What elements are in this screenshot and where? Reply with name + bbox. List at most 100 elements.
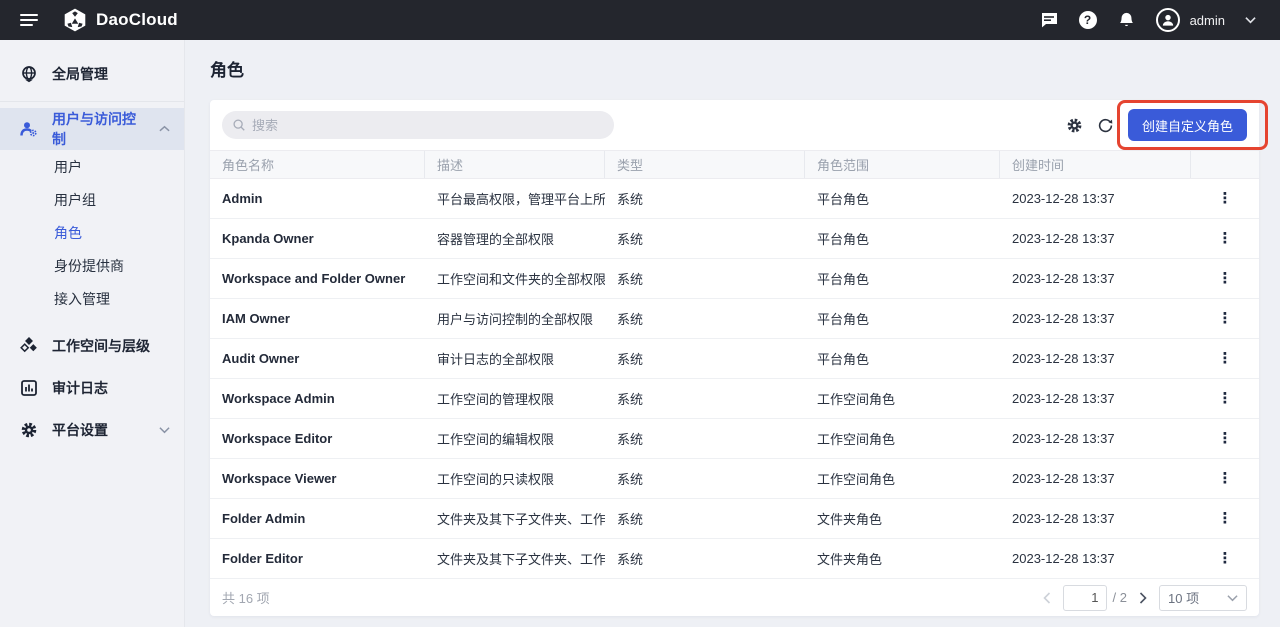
role-scope: 平台角色 [805, 269, 1000, 288]
brand: DaoCloud [62, 7, 178, 33]
table-row[interactable]: Audit Owner 审计日志的全部权限 系统 平台角色 2023-12-28… [210, 339, 1259, 379]
roles-card: 创建自定义角色 角色名称 描述 类型 角色范围 创建时间 Admin 平台最高权… [210, 100, 1259, 616]
main-content: 角色 创建自定义角色 角色名称 [185, 40, 1280, 627]
search-box [222, 111, 614, 139]
table-row[interactable]: Folder Admin 文件夹及其下子文件夹、工作空… 系统 文件夹角色 20… [210, 499, 1259, 539]
role-created: 2023-12-28 13:37 [1000, 431, 1191, 446]
column-header-actions [1191, 151, 1259, 178]
role-scope: 文件夹角色 [805, 549, 1000, 568]
chat-icon[interactable] [1039, 10, 1059, 30]
role-desc: 文件夹及其下子文件夹、工作空… [425, 549, 605, 568]
role-desc: 工作空间的管理权限 [425, 389, 605, 408]
role-desc: 平台最高权限，管理平台上所有… [425, 189, 605, 208]
search-input[interactable] [252, 118, 604, 133]
role-name: Admin [210, 191, 425, 206]
more-dots-icon[interactable]: ⋮ [1212, 309, 1239, 328]
sidebar-item-user-groups[interactable]: 用户组 [0, 183, 184, 216]
role-type: 系统 [605, 349, 805, 368]
more-dots-icon[interactable]: ⋮ [1212, 349, 1239, 368]
sidebar-item-identity-providers[interactable]: 身份提供商 [0, 249, 184, 282]
bell-icon[interactable] [1117, 11, 1136, 30]
page-size-select[interactable]: 10 项 [1159, 585, 1247, 611]
role-scope: 平台角色 [805, 309, 1000, 328]
sidebar-item-label: 全局管理 [52, 64, 108, 84]
refresh-icon[interactable] [1097, 117, 1114, 134]
sidebar-item-workspace-hierarchy[interactable]: 工作空间与层级 [0, 325, 184, 367]
role-desc: 工作空间的只读权限 [425, 469, 605, 488]
role-name: Kpanda Owner [210, 231, 425, 246]
role-name: Folder Admin [210, 511, 425, 526]
sidebar-item-audit-logs[interactable]: 审计日志 [0, 367, 184, 409]
brand-name: DaoCloud [96, 10, 178, 30]
avatar-icon[interactable] [1156, 8, 1180, 32]
more-dots-icon[interactable]: ⋮ [1212, 549, 1239, 568]
role-name: IAM Owner [210, 311, 425, 326]
role-created: 2023-12-28 13:37 [1000, 191, 1191, 206]
role-desc: 文件夹及其下子文件夹、工作空… [425, 509, 605, 528]
role-desc: 容器管理的全部权限 [425, 229, 605, 248]
prev-page-icon[interactable] [1043, 592, 1051, 604]
more-dots-icon[interactable]: ⋮ [1212, 469, 1239, 488]
sidebar-item-users[interactable]: 用户 [0, 150, 184, 183]
role-type: 系统 [605, 509, 805, 528]
role-name: Workspace Viewer [210, 471, 425, 486]
more-dots-icon[interactable]: ⋮ [1212, 229, 1239, 248]
role-type: 系统 [605, 269, 805, 288]
sidebar-item-access-management[interactable]: 接入管理 [0, 282, 184, 315]
chevron-down-icon[interactable] [1245, 16, 1256, 24]
more-dots-icon[interactable]: ⋮ [1212, 269, 1239, 288]
column-header-created: 创建时间 [1000, 151, 1191, 178]
role-name: Folder Editor [210, 551, 425, 566]
help-icon[interactable]: ? [1079, 11, 1097, 29]
next-page-icon[interactable] [1139, 592, 1147, 604]
role-created: 2023-12-28 13:37 [1000, 271, 1191, 286]
table-row[interactable]: IAM Owner 用户与访问控制的全部权限 系统 平台角色 2023-12-2… [210, 299, 1259, 339]
role-type: 系统 [605, 469, 805, 488]
role-type: 系统 [605, 229, 805, 248]
column-header-type: 类型 [605, 151, 805, 178]
user-menu-label[interactable]: admin [1190, 13, 1225, 28]
more-dots-icon[interactable]: ⋮ [1212, 509, 1239, 528]
create-custom-role-button[interactable]: 创建自定义角色 [1128, 109, 1247, 141]
table-row[interactable]: Workspace and Folder Owner 工作空间和文件夹的全部权限… [210, 259, 1259, 299]
table-row[interactable]: Workspace Editor 工作空间的编辑权限 系统 工作空间角色 202… [210, 419, 1259, 459]
column-header-description: 描述 [425, 151, 605, 178]
role-desc: 工作空间的编辑权限 [425, 429, 605, 448]
sidebar-item-roles[interactable]: 角色 [0, 216, 184, 249]
sidebar-divider [0, 101, 184, 102]
menu-icon[interactable] [20, 11, 38, 29]
sidebar-item-iam[interactable]: 用户与访问控制 [0, 108, 184, 150]
role-scope: 平台角色 [805, 229, 1000, 248]
table-row[interactable]: Kpanda Owner 容器管理的全部权限 系统 平台角色 2023-12-2… [210, 219, 1259, 259]
chevron-down-icon [159, 426, 170, 434]
role-scope: 工作空间角色 [805, 469, 1000, 488]
search-icon [232, 118, 246, 132]
sidebar-item-global-management[interactable]: 全局管理 [0, 53, 184, 95]
page-size-value: 10 项 [1168, 588, 1199, 607]
table-row[interactable]: Workspace Viewer 工作空间的只读权限 系统 工作空间角色 202… [210, 459, 1259, 499]
app-window: DaoCloud ? admin 全局管理 [0, 0, 1280, 627]
more-dots-icon[interactable]: ⋮ [1212, 189, 1239, 208]
user-gear-icon [20, 120, 38, 138]
sidebar-item-platform-settings[interactable]: 平台设置 [0, 409, 184, 451]
role-desc: 审计日志的全部权限 [425, 349, 605, 368]
table-footer: 共 16 项 / 2 10 项 [210, 579, 1259, 616]
page-number-input[interactable] [1063, 585, 1107, 611]
sidebar-item-label: 审计日志 [52, 378, 108, 398]
daocloud-logo [62, 7, 88, 33]
role-scope: 工作空间角色 [805, 389, 1000, 408]
column-header-scope: 角色范围 [805, 151, 1000, 178]
settings-gear-icon[interactable] [1066, 117, 1083, 134]
role-created: 2023-12-28 13:37 [1000, 391, 1191, 406]
role-type: 系统 [605, 429, 805, 448]
role-created: 2023-12-28 13:37 [1000, 511, 1191, 526]
help-glyph: ? [1084, 13, 1091, 27]
more-dots-icon[interactable]: ⋮ [1212, 429, 1239, 448]
more-dots-icon[interactable]: ⋮ [1212, 389, 1239, 408]
table-row[interactable]: Folder Editor 文件夹及其下子文件夹、工作空… 系统 文件夹角色 2… [210, 539, 1259, 579]
table-row[interactable]: Workspace Admin 工作空间的管理权限 系统 工作空间角色 2023… [210, 379, 1259, 419]
table-row[interactable]: Admin 平台最高权限，管理平台上所有… 系统 平台角色 2023-12-28… [210, 179, 1259, 219]
globe-icon [20, 65, 38, 83]
total-count: 共 16 项 [222, 588, 270, 607]
role-name: Workspace and Folder Owner [210, 271, 425, 286]
